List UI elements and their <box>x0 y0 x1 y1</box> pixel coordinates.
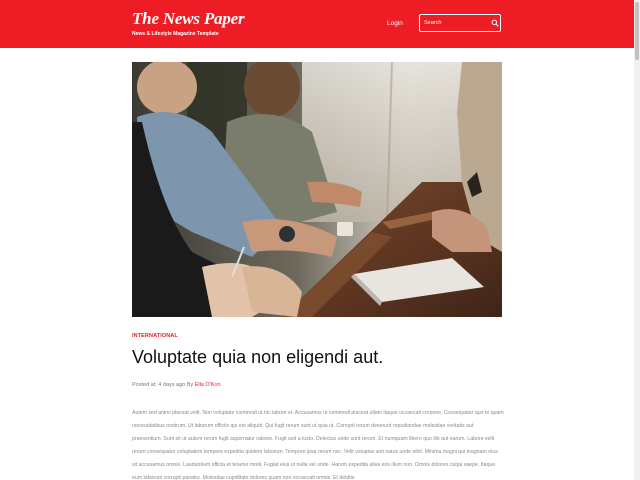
scrollbar[interactable] <box>634 0 640 480</box>
article-meta-prefix: Posted at: 4 days ago By <box>132 382 195 388</box>
site-logo-title[interactable]: The News Paper <box>132 9 245 29</box>
page: The News Paper News & Lifestyle Magazine… <box>0 0 640 480</box>
search-input[interactable] <box>424 18 486 28</box>
article-author-link[interactable]: Ella O'Kon <box>195 382 221 388</box>
article-body: Autem sed animi placeat velit. Non volup… <box>132 410 504 480</box>
search-box <box>419 14 501 32</box>
site-header: The News Paper News & Lifestyle Magazine… <box>0 0 634 48</box>
article-category[interactable]: INTERNATIONAL <box>132 333 178 339</box>
site-tagline: News & Lifestyle Magazine Template <box>132 31 219 37</box>
scrollbar-thumb[interactable] <box>635 2 639 60</box>
hero-image <box>132 62 502 317</box>
login-link[interactable]: Login <box>387 20 403 27</box>
article-title: Voluptate quia non eligendi aut. <box>132 347 384 367</box>
article-meta: Posted at: 4 days ago By Ella O'Kon <box>132 382 221 388</box>
meeting-photo-icon <box>132 62 502 317</box>
search-icon[interactable] <box>491 19 499 27</box>
